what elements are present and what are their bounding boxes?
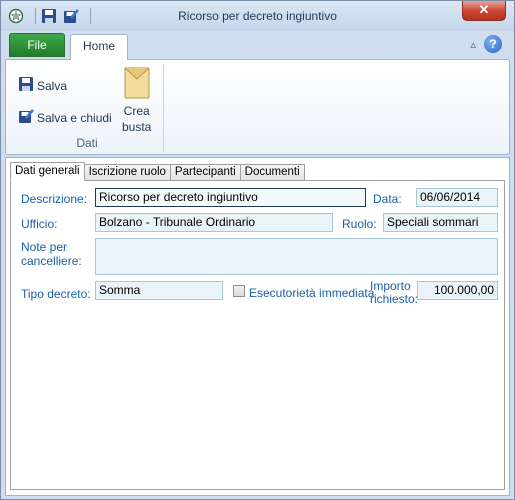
title-bar: Ricorso per decreto ingiuntivo ✕	[1, 1, 514, 31]
data-field[interactable]: 06/06/2014	[416, 188, 498, 207]
ribbon-group-dati: Salva Salva e chiudi Crea busta Dati	[10, 64, 164, 152]
crea-label: Crea	[123, 104, 150, 118]
importo-label-line1: Importo	[370, 279, 411, 293]
ufficio-field[interactable]: Bolzano - Tribunale Ordinario	[95, 213, 333, 232]
tab-partecipanti[interactable]: Partecipanti	[170, 164, 241, 181]
salva-e-chiudi-label: Salva e chiudi	[37, 110, 112, 125]
ribbon-home-panel: Salva Salva e chiudi Crea busta Dati	[5, 59, 510, 155]
minimize-ribbon-icon[interactable]: ▵	[470, 38, 476, 51]
ruolo-field[interactable]: Speciali sommari	[383, 213, 498, 232]
ribbon-tab-row: File Home ▵ ?	[1, 31, 514, 60]
tab-home[interactable]: Home	[70, 34, 128, 60]
crea-busta-button[interactable]: Crea busta	[122, 67, 151, 134]
tab-dati-generali[interactable]: Dati generali	[10, 162, 85, 181]
descrizione-field[interactable]: Ricorso per decreto ingiuntivo	[95, 188, 366, 207]
salva-button[interactable]: Salva	[18, 76, 67, 95]
salva-label: Salva	[37, 78, 68, 93]
importo-label-line2: richiesto:	[370, 292, 419, 306]
tipo-decreto-label: Tipo decreto:	[21, 287, 91, 301]
window-title: Ricorso per decreto ingiuntivo	[178, 9, 337, 23]
note-label-line2: cancelliere:	[21, 254, 82, 268]
dati-generali-panel: Descrizione: Ricorso per decreto ingiunt…	[10, 180, 505, 490]
busta-label: busta	[122, 120, 152, 134]
save-close-icon	[18, 108, 34, 127]
esecutorieta-checkbox[interactable]	[233, 285, 245, 297]
app-window: Ricorso per decreto ingiuntivo ✕ File Ho…	[0, 0, 515, 500]
ufficio-label: Ufficio:	[21, 217, 58, 231]
save-icon	[18, 76, 34, 95]
tab-documenti[interactable]: Documenti	[240, 164, 305, 181]
tab-iscrizione-ruolo[interactable]: Iscrizione ruolo	[84, 164, 171, 181]
envelope-icon	[124, 67, 150, 102]
ruolo-label: Ruolo:	[342, 217, 377, 231]
content-tabs: Dati generali Iscrizione ruolo Partecipa…	[10, 162, 305, 181]
descrizione-label: Descrizione:	[21, 192, 88, 206]
note-cancelliere-field[interactable]	[95, 238, 498, 275]
esecutorieta-label: Esecutorietà immediata	[249, 286, 375, 300]
salva-e-chiudi-button[interactable]: Salva e chiudi	[18, 108, 112, 127]
note-label-line1: Note per	[21, 240, 68, 254]
content-area: Dati generali Iscrizione ruolo Partecipa…	[5, 157, 510, 496]
importo-richiesto-field[interactable]: 100.000,00	[417, 281, 498, 300]
help-icon[interactable]: ?	[484, 35, 502, 53]
tipo-decreto-field[interactable]: Somma	[95, 281, 223, 300]
data-label: Data:	[373, 192, 402, 206]
tab-file[interactable]: File	[9, 33, 65, 57]
close-button[interactable]: ✕	[462, 1, 506, 21]
group-label-dati: Dati	[76, 136, 98, 150]
